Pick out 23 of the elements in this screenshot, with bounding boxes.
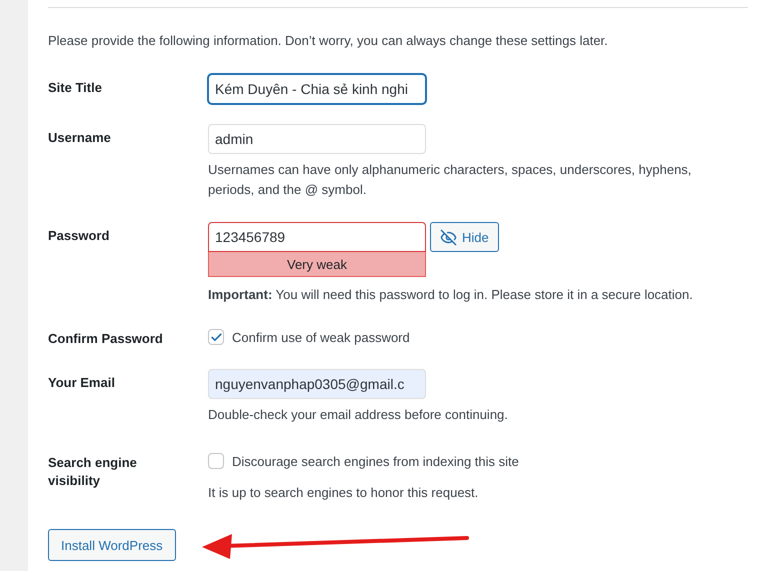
hide-password-button[interactable]: Hide (430, 222, 499, 252)
eye-off-icon (440, 228, 457, 246)
field-label: Your Email (48, 374, 116, 392)
text-field[interactable]: nguyenvanphap0305@gmail.c (208, 369, 426, 399)
field-label: Search engine visibility (48, 454, 138, 490)
field-label: Confirm Password (48, 330, 164, 348)
password-field[interactable]: 123456789 (208, 222, 426, 252)
field-hint: Double-check your email address before continuing. (208, 406, 509, 424)
checkbox[interactable] (208, 329, 224, 345)
install-button[interactable]: Install WordPress (48, 529, 176, 561)
checkbox-label: Confirm use of weak password (232, 330, 410, 344)
text-field[interactable]: Kém Duyên - Chia sẻ kinh nghi (208, 74, 426, 104)
text-field[interactable]: admin (208, 124, 426, 154)
field-hint: Usernames can have only alphanumeric characters, spaces, underscores, hyphens, periods, and the @ symbol. (208, 161, 692, 199)
password-note: Important: You will need this password to log in. Please store it in a secure location. (208, 286, 694, 304)
intro-text: Please provide the following information. Don’t worry, you can always change these settings later. (48, 32, 609, 50)
checkbox[interactable] (208, 453, 224, 469)
field-label: Password (48, 227, 110, 245)
field-label: Site Title (48, 79, 103, 97)
password-strength-meter: Very weak (208, 252, 426, 277)
field-label: Username (48, 129, 112, 147)
checkbox-label: Discourage search engines from indexing this site (232, 454, 519, 468)
field-hint: It is up to search engines to honor this request. (208, 484, 480, 502)
